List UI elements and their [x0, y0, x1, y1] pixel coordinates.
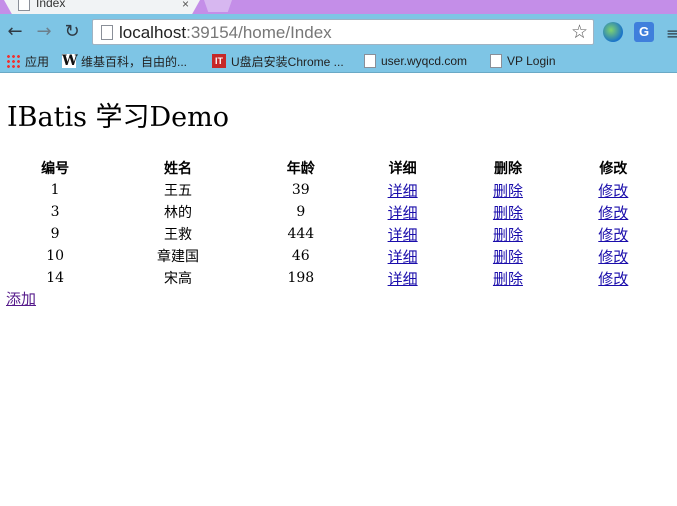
- add-link[interactable]: 添加: [6, 288, 36, 309]
- person-table: 编号 姓名 年龄 详细 删除 修改 1 王五 39 详细 删除 修改 3 林的 …: [6, 157, 666, 289]
- browser-toolbar: ← → ↻ localhost:39154/home/Index ☆ G ≡: [0, 14, 677, 50]
- table-header-row: 编号 姓名 年龄 详细 删除 修改: [6, 157, 666, 179]
- cell-id: 9: [50, 226, 60, 242]
- column-header-delete: 删除: [493, 161, 522, 177]
- bookmark-label: 应用: [25, 54, 50, 69]
- delete-link[interactable]: 删除: [493, 226, 523, 244]
- cell-age: 39: [291, 182, 310, 198]
- cell-name: 王救: [163, 227, 192, 243]
- forward-arrow-icon[interactable]: →: [33, 20, 55, 42]
- bookmark-label: U盘启安装Chrome ...: [231, 54, 344, 69]
- edit-link[interactable]: 修改: [598, 204, 628, 222]
- tab-title: Index: [36, 0, 66, 10]
- edit-link[interactable]: 修改: [598, 270, 628, 288]
- page-icon: [101, 25, 113, 40]
- bookmark-apps[interactable]: 应用: [6, 50, 49, 72]
- cell-name: 王五: [163, 183, 192, 199]
- delete-link[interactable]: 删除: [493, 182, 523, 200]
- browser-title-bar: Index ×: [0, 0, 677, 14]
- detail-link[interactable]: 详细: [388, 204, 418, 222]
- browser-tab[interactable]: Index ×: [4, 0, 200, 14]
- table-row: 14 宋高 198 详细 删除 修改: [6, 267, 666, 289]
- translate-extension-icon[interactable]: G: [634, 22, 654, 42]
- cell-age: 444: [287, 226, 315, 242]
- new-tab-button[interactable]: [204, 0, 232, 12]
- page-icon: [18, 0, 30, 11]
- it-icon: IT: [212, 54, 226, 68]
- bookmark-vp-login[interactable]: VP Login: [490, 50, 556, 72]
- detail-link[interactable]: 详细: [388, 182, 418, 200]
- page-icon: [364, 54, 376, 68]
- cell-name: 林的: [163, 205, 192, 221]
- cell-age: 198: [287, 270, 315, 286]
- column-header-id: 编号: [41, 161, 70, 177]
- page-title: IBatis 学习Demo: [7, 102, 230, 133]
- bookmark-usb-chrome[interactable]: IT U盘启安装Chrome ...: [212, 50, 344, 72]
- delete-link[interactable]: 删除: [493, 248, 523, 266]
- cell-id: 1: [50, 182, 60, 198]
- wikipedia-icon: W: [62, 53, 78, 69]
- column-header-name: 姓名: [163, 161, 192, 177]
- cell-age: 46: [291, 248, 310, 264]
- reload-icon[interactable]: ↻: [61, 20, 83, 42]
- menu-icon[interactable]: ≡: [666, 24, 677, 43]
- globe-extension-icon[interactable]: [603, 22, 623, 42]
- table-row: 10 章建国 46 详细 删除 修改: [6, 245, 666, 267]
- edit-link[interactable]: 修改: [598, 226, 628, 244]
- cell-name: 宋高: [163, 271, 192, 287]
- bookmark-label: 维基百科，自由的...: [81, 54, 188, 69]
- address-bar[interactable]: localhost:39154/home/Index ☆: [92, 19, 594, 45]
- cell-name: 章建国: [156, 249, 199, 265]
- apps-grid-icon: [6, 54, 20, 68]
- table-row: 3 林的 9 详细 删除 修改: [6, 201, 666, 223]
- url-text: localhost:39154/home/Index: [119, 23, 332, 42]
- bookmark-label: user.wyqcd.com: [381, 54, 468, 68]
- delete-link[interactable]: 删除: [493, 204, 523, 222]
- table-row: 9 王救 444 详细 删除 修改: [6, 223, 666, 245]
- detail-link[interactable]: 详细: [388, 270, 418, 288]
- cell-id: 10: [46, 248, 65, 264]
- cell-id: 3: [50, 204, 60, 220]
- column-header-detail: 详细: [388, 161, 417, 177]
- detail-link[interactable]: 详细: [388, 248, 418, 266]
- page-icon: [490, 54, 502, 68]
- bookmark-wikipedia[interactable]: W 维基百科，自由的...: [62, 50, 187, 72]
- column-header-age: 年龄: [286, 161, 315, 177]
- bookmark-star-icon[interactable]: ☆: [571, 21, 588, 43]
- detail-link[interactable]: 详细: [388, 226, 418, 244]
- cell-age: 9: [296, 204, 306, 220]
- edit-link[interactable]: 修改: [598, 248, 628, 266]
- bookmark-label: VP Login: [507, 54, 556, 68]
- delete-link[interactable]: 删除: [493, 270, 523, 288]
- bookmarks-bar: 应用 W 维基百科，自由的... IT U盘启安装Chrome ... user…: [0, 50, 677, 73]
- cell-id: 14: [46, 270, 65, 286]
- table-row: 1 王五 39 详细 删除 修改: [6, 179, 666, 201]
- bookmark-user-wyqcd[interactable]: user.wyqcd.com: [364, 50, 467, 72]
- close-tab-icon[interactable]: ×: [182, 0, 189, 11]
- page-content: IBatis 学习Demo 编号 姓名 年龄 详细 删除 修改 1 王五 39 …: [0, 73, 677, 506]
- edit-link[interactable]: 修改: [598, 182, 628, 200]
- back-arrow-icon[interactable]: ←: [4, 20, 26, 42]
- column-header-edit: 修改: [599, 161, 628, 177]
